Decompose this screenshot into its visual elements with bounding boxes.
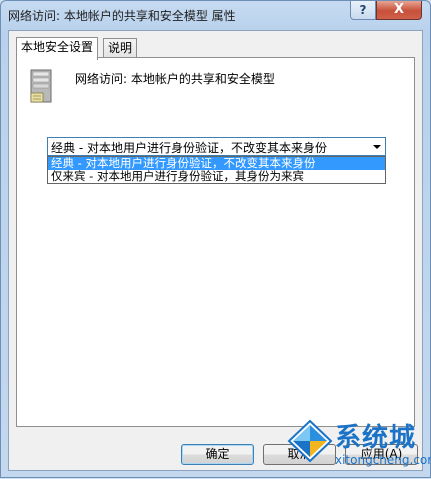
- watermark: 系统城 xitongcheng.com: [287, 415, 431, 479]
- tab-label: 本地安全设置: [21, 40, 94, 54]
- tab-explain[interactable]: 说明: [103, 38, 138, 59]
- window-title: 网络访问: 本地帐户的共享和安全模型 属性: [8, 9, 236, 23]
- select-value: 经典 - 对本地用户进行身份验证，不改变其本来身份: [51, 141, 327, 155]
- dropdown-list: 经典 - 对本地用户进行身份验证，不改变其本来身份 仅来宾 - 对本地用户进行身…: [47, 156, 386, 184]
- ok-button[interactable]: 确定: [181, 444, 254, 465]
- option-guest-only[interactable]: 仅来宾 - 对本地用户进行身份验证，其身份为来宾: [48, 170, 385, 183]
- policy-name: 网络访问: 本地帐户的共享和安全模型: [75, 72, 275, 86]
- properties-dialog: 网络访问: 本地帐户的共享和安全模型 属性 ? X 本地安全设置 说明 网络访问…: [0, 0, 431, 478]
- tab-panel: [16, 57, 415, 427]
- tab-label: 说明: [108, 41, 133, 55]
- close-button[interactable]: X: [376, 1, 422, 20]
- watermark-text: 系统城: [335, 423, 417, 453]
- help-button[interactable]: ?: [350, 1, 376, 20]
- title-bar[interactable]: 网络访问: 本地帐户的共享和安全模型 属性 ? X: [1, 1, 430, 29]
- security-model-select[interactable]: 经典 - 对本地用户进行身份验证，不改变其本来身份: [47, 137, 386, 156]
- chevron-down-icon[interactable]: [373, 145, 381, 149]
- tab-local-security-setting[interactable]: 本地安全设置: [16, 37, 99, 60]
- watermark-url: xitongcheng.com: [335, 453, 431, 467]
- watermark-logo-icon: [287, 419, 333, 463]
- server-icon: [30, 69, 52, 103]
